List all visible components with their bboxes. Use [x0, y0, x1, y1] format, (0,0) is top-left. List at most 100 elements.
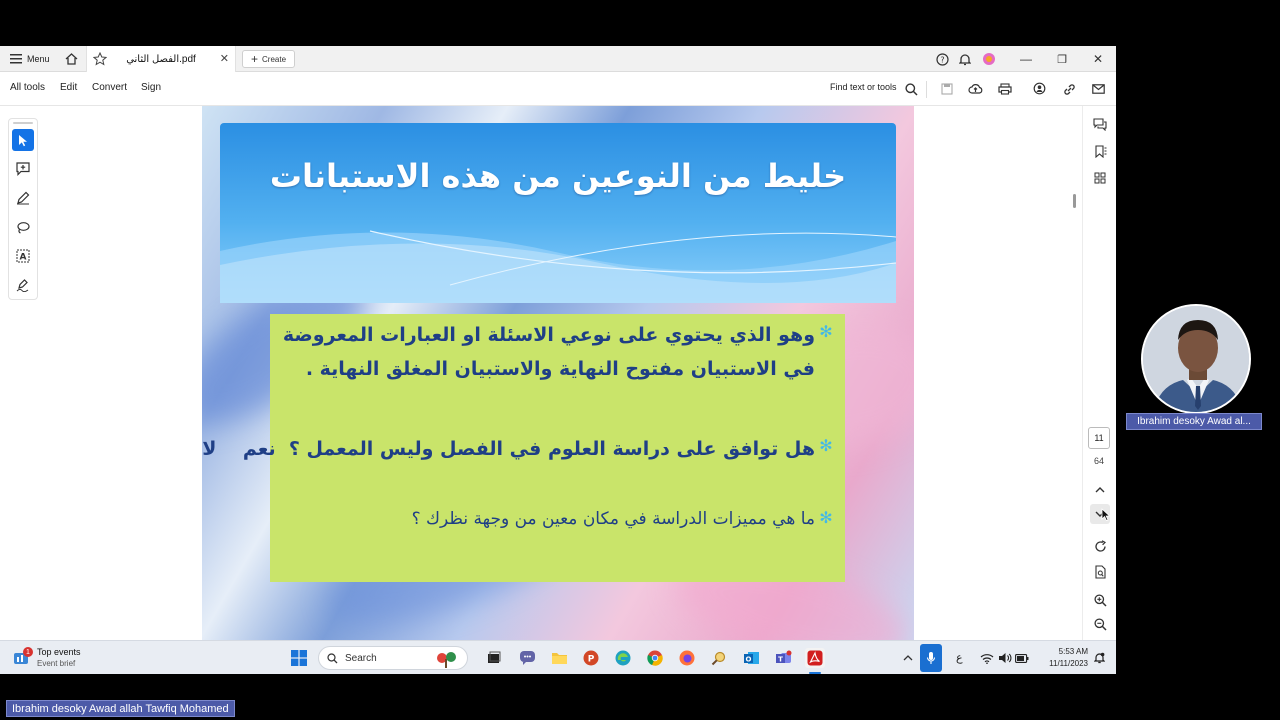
- find-tools-field[interactable]: Find text or tools: [830, 82, 897, 92]
- powerpoint-button[interactable]: P: [581, 648, 601, 668]
- total-pages: 64: [1093, 456, 1104, 466]
- rotate-button[interactable]: [1090, 536, 1110, 556]
- grid-icon: [1094, 172, 1106, 184]
- file-explorer-button[interactable]: [549, 648, 569, 668]
- presenter-caption: Ibrahim desoky Awad allah Tawfiq Mohamed: [6, 700, 235, 717]
- bookmark-icon: [1094, 144, 1106, 158]
- pdf-page: خليط من النوعين من هذه الاستبانات ✻ وهو …: [202, 106, 914, 640]
- save-button[interactable]: [939, 81, 955, 97]
- notification-center-button[interactable]: [1089, 648, 1109, 668]
- text-tool-button[interactable]: A: [12, 245, 34, 267]
- link-button[interactable]: [1061, 81, 1077, 97]
- chrome-button[interactable]: [645, 648, 665, 668]
- menu-convert[interactable]: Convert: [92, 82, 127, 93]
- minimize-button[interactable]: —: [1009, 46, 1043, 72]
- search-button[interactable]: [903, 81, 919, 97]
- presenter-avatar: [1143, 306, 1249, 412]
- document-viewport[interactable]: خليط من النوعين من هذه الاستبانات ✻ وهو …: [46, 106, 1080, 640]
- page-info-button[interactable]: [1090, 562, 1110, 582]
- wifi-icon: [980, 653, 994, 664]
- bullet-item: ✻ وهو الذي يحتوي على نوعي الاسئلة او الع…: [270, 318, 845, 386]
- close-icon: ✕: [1092, 52, 1104, 66]
- help-icon: ?: [935, 52, 949, 66]
- start-button[interactable]: [289, 648, 309, 668]
- comment-tool-button[interactable]: [12, 158, 34, 180]
- bullet-star-icon: ✻: [819, 438, 833, 455]
- share-user-icon: [1033, 82, 1046, 95]
- menu-button[interactable]: Menu: [10, 46, 50, 72]
- input-language-indicator[interactable]: ع: [956, 651, 963, 664]
- slide-content-box: ✻ وهو الذي يحتوي على نوعي الاسئلة او الع…: [202, 314, 845, 582]
- taskbar-search-box[interactable]: Search: [318, 646, 468, 670]
- network-button[interactable]: [977, 648, 997, 668]
- teams-chat-button[interactable]: [517, 648, 537, 668]
- toolbar-divider: [926, 81, 927, 98]
- bookmarks-panel-button[interactable]: [1090, 141, 1110, 161]
- title-bar: Menu الفصل الثاني.pdf ✕ + Create ? — ❐ ✕: [0, 46, 1116, 72]
- vertical-scrollbar-thumb[interactable]: [1073, 194, 1076, 208]
- ai-assistant-button[interactable]: [972, 46, 1006, 72]
- thumbnails-panel-button[interactable]: [1090, 168, 1110, 188]
- microphone-icon: [926, 652, 936, 664]
- home-button[interactable]: [60, 46, 82, 72]
- current-page-field[interactable]: 11: [1088, 427, 1110, 449]
- printer-icon: [998, 83, 1012, 95]
- chevron-up-icon: [1095, 487, 1105, 493]
- tab-title: الفصل الثاني.pdf: [126, 53, 196, 65]
- lasso-icon: [17, 221, 30, 234]
- zoom-in-icon: [1093, 593, 1107, 607]
- task-view-button[interactable]: [484, 648, 504, 668]
- zoom-out-button[interactable]: [1090, 614, 1110, 634]
- microphone-button[interactable]: [920, 644, 942, 672]
- taskbar-clock[interactable]: 5:53 AM 11/11/2023: [1036, 646, 1088, 670]
- edge-button[interactable]: [613, 648, 633, 668]
- webcam-presenter-video: [1141, 304, 1251, 414]
- drag-handle[interactable]: [13, 122, 33, 124]
- share-button[interactable]: [1032, 81, 1048, 97]
- bullet-text: وهو الذي يحتوي على نوعي الاسئلة او العبا…: [282, 324, 815, 380]
- maximize-button[interactable]: ❐: [1045, 46, 1079, 72]
- svg-text:O: O: [745, 656, 751, 664]
- pen-icon: [17, 191, 30, 205]
- search-icon: [904, 82, 918, 96]
- plus-icon: +: [251, 52, 259, 66]
- acrobat-taskbar-button[interactable]: [805, 648, 825, 668]
- menu-sign[interactable]: Sign: [141, 82, 161, 93]
- battery-button[interactable]: [1012, 648, 1032, 668]
- outlook-icon: O: [743, 652, 759, 664]
- sign-tool-button[interactable]: [12, 274, 34, 296]
- close-tab-icon[interactable]: ✕: [220, 52, 229, 65]
- firefox-button[interactable]: [677, 648, 697, 668]
- highlight-tool-button[interactable]: [12, 187, 34, 209]
- tab-document[interactable]: الفصل الثاني.pdf ✕: [86, 46, 236, 72]
- search-app-button[interactable]: [708, 648, 728, 668]
- previous-page-button[interactable]: [1090, 480, 1110, 500]
- magnifier-app-icon: [711, 651, 725, 665]
- acrobat-icon: [807, 650, 823, 666]
- upload-button[interactable]: [967, 81, 983, 97]
- teams-button[interactable]: T: [773, 648, 793, 668]
- signature-pen-icon: [16, 279, 29, 292]
- chat-icon: [519, 651, 535, 665]
- close-window-button[interactable]: ✕: [1081, 46, 1115, 72]
- slide-title: خليط من النوعين من هذه الاستبانات: [269, 157, 847, 195]
- draw-tool-button[interactable]: [12, 216, 34, 238]
- outlook-button[interactable]: O: [741, 648, 761, 668]
- text-box-icon: A: [16, 249, 30, 263]
- battery-icon: [1015, 653, 1029, 663]
- zoom-in-button[interactable]: [1090, 590, 1110, 610]
- email-button[interactable]: [1090, 81, 1106, 97]
- print-button[interactable]: [997, 81, 1013, 97]
- clock-time: 5:53 AM: [1058, 647, 1088, 656]
- comments-panel-button[interactable]: [1090, 114, 1110, 134]
- mail-icon: [1091, 84, 1105, 94]
- select-tool-button[interactable]: [12, 129, 34, 151]
- banner-wave: [220, 230, 896, 303]
- show-hidden-icons-button[interactable]: [898, 648, 918, 668]
- create-button[interactable]: + Create: [242, 50, 296, 68]
- menu-all-tools[interactable]: All tools: [10, 82, 45, 93]
- widgets-button[interactable]: 1 Top events Event brief: [12, 645, 81, 671]
- powerpoint-icon: P: [583, 650, 599, 666]
- menu-edit[interactable]: Edit: [60, 82, 77, 93]
- webcam-name-tag: Ibrahim desoky Awad al...: [1126, 413, 1262, 430]
